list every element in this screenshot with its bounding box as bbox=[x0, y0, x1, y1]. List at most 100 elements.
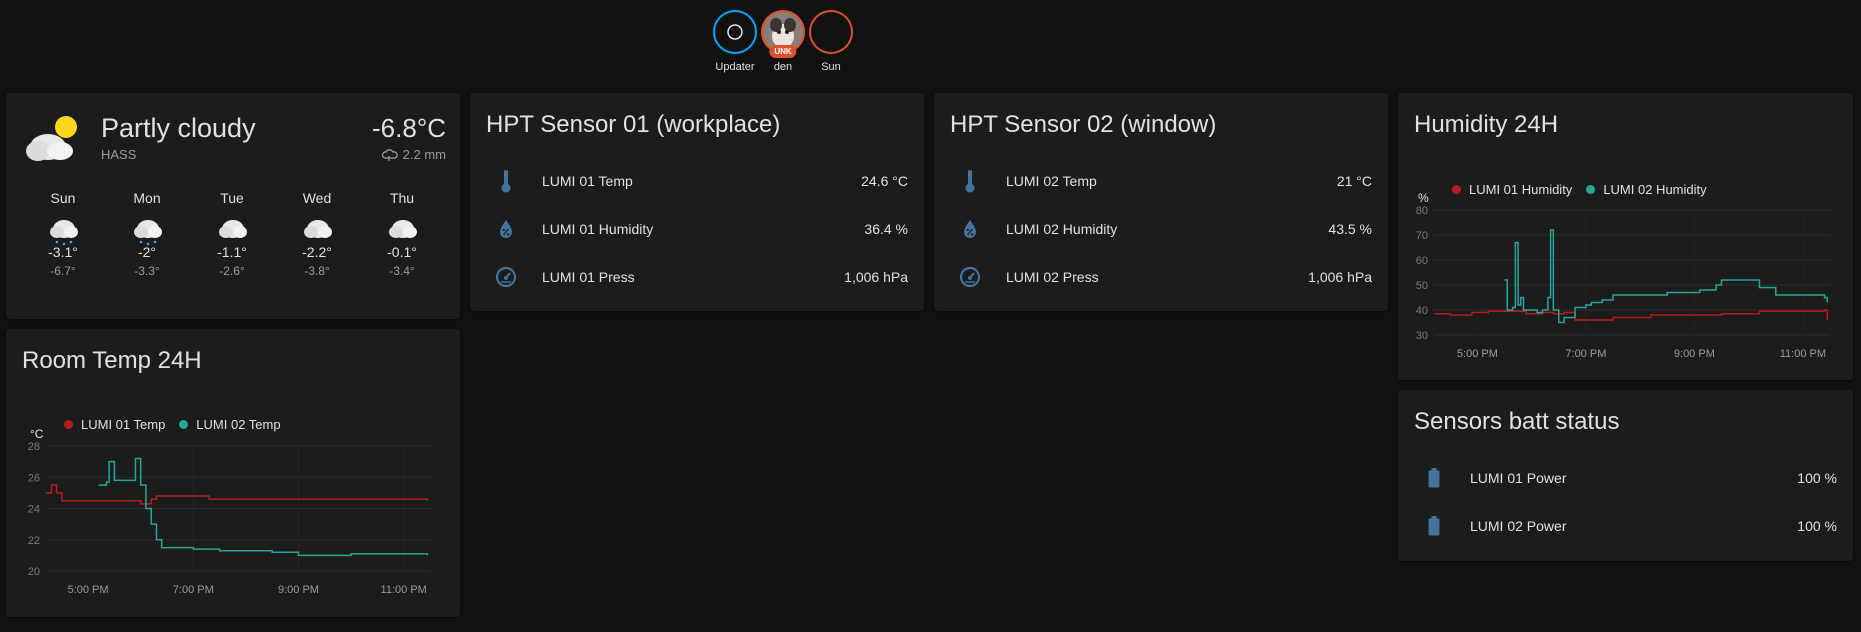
forecast-day[interactable]: Tue -1.1° -2.6° bbox=[202, 190, 262, 278]
entity-value: 43.5 % bbox=[1328, 221, 1372, 237]
forecast-low: -6.7° bbox=[50, 264, 76, 278]
badge-label: Sun bbox=[821, 61, 841, 73]
weather-source: HASS bbox=[101, 147, 137, 162]
forecast-day[interactable]: Wed -2.2° -3.8° bbox=[287, 190, 347, 278]
entity-row[interactable]: LUMI 02 Press 1,006 hPa bbox=[950, 257, 1372, 297]
y-tick-label: 80 bbox=[1416, 205, 1428, 217]
entity-name: LUMI 02 Temp bbox=[1006, 173, 1097, 189]
forecast-high: -0.1° bbox=[387, 244, 417, 260]
card-title: HPT Sensor 02 (window) bbox=[950, 111, 1217, 138]
x-tick-label: 7:00 PM bbox=[173, 584, 214, 596]
snowy-icon bbox=[134, 220, 162, 246]
entity-row[interactable]: LUMI 01 Power 100 % bbox=[1414, 458, 1837, 498]
humidity-chart[interactable]: % 30 40 50 60 70 80 5:00 PM 7:00 PM 9:00 PM 11:00 … bbox=[1398, 93, 1853, 380]
series-line bbox=[1434, 309, 1829, 321]
y-axis-unit: °C bbox=[30, 427, 44, 441]
entity-name: LUMI 02 Humidity bbox=[1006, 221, 1118, 237]
forecast-low: -2.6° bbox=[219, 264, 245, 278]
entity-row[interactable]: LUMI 01 Press 1,006 hPa bbox=[486, 257, 908, 297]
badge-circle bbox=[809, 10, 853, 54]
entity-icon bbox=[950, 169, 990, 193]
precipitation-value: 2.2 mm bbox=[402, 147, 446, 162]
water-percent-icon bbox=[964, 220, 976, 238]
forecast-high: -2.2° bbox=[302, 244, 332, 260]
entity-value: 100 % bbox=[1797, 470, 1837, 486]
entity-value: 100 % bbox=[1797, 518, 1837, 534]
entity-name: LUMI 01 Power bbox=[1470, 470, 1567, 486]
forecast-high: -3.1° bbox=[48, 244, 78, 260]
entity-icon bbox=[950, 266, 990, 288]
y-tick-label: 26 bbox=[28, 472, 40, 484]
entity-icon bbox=[486, 169, 526, 193]
forecast-day[interactable]: Thu -0.1° -3.4° bbox=[372, 190, 432, 278]
forecast-low: -3.3° bbox=[134, 264, 160, 278]
entity-value: 36.4 % bbox=[864, 221, 908, 237]
thermometer-icon bbox=[965, 170, 975, 193]
x-tick-label: 5:00 PM bbox=[68, 584, 109, 596]
weather-temperature: -6.8°C bbox=[372, 113, 446, 143]
water-percent-icon bbox=[500, 220, 512, 238]
gauge-icon bbox=[959, 266, 981, 288]
entity-icon bbox=[1414, 515, 1454, 537]
y-tick-label: 22 bbox=[28, 535, 40, 547]
snowy-icon bbox=[50, 220, 78, 246]
forecast-day[interactable]: Sun -3.1° -6.7° bbox=[33, 190, 93, 278]
weather-condition: Partly cloudy bbox=[101, 113, 256, 143]
entity-row[interactable]: LUMI 02 Humidity 43.5 % bbox=[950, 209, 1372, 249]
cloud-rain-icon bbox=[381, 148, 398, 161]
entity-row[interactable]: LUMI 01 Humidity 36.4 % bbox=[486, 209, 908, 249]
cloudy-icon bbox=[389, 220, 417, 238]
badge-sun[interactable]: Sun bbox=[803, 10, 859, 73]
weather-card[interactable]: Partly cloudy HASS -6.8°C 2.2 mm Sun -3.1… bbox=[6, 93, 460, 319]
card-title: HPT Sensor 01 (workplace) bbox=[486, 111, 781, 138]
cloudy-icon bbox=[304, 220, 332, 238]
forecast-day-name: Sun bbox=[50, 190, 76, 206]
entity-value: 1,006 hPa bbox=[1308, 269, 1372, 285]
forecast-low: -3.4° bbox=[389, 264, 415, 278]
forecast-high: -1.1° bbox=[217, 244, 247, 260]
entity-icon bbox=[1414, 467, 1454, 489]
entity-row[interactable]: LUMI 02 Power 100 % bbox=[1414, 506, 1837, 546]
entity-value: 21 °C bbox=[1336, 173, 1372, 189]
thermometer-icon bbox=[501, 170, 511, 193]
badge-bar: Updater UNK den Sun bbox=[0, 10, 1861, 80]
ring-icon bbox=[727, 24, 743, 40]
gauge-icon bbox=[495, 266, 517, 288]
y-tick-label: 20 bbox=[28, 566, 40, 578]
entity-name: LUMI 02 Power bbox=[1470, 518, 1567, 534]
entity-name: LUMI 01 Humidity bbox=[542, 221, 654, 237]
forecast-low: -3.8° bbox=[304, 264, 330, 278]
y-tick-label: 24 bbox=[28, 504, 40, 516]
x-tick-label: 9:00 PM bbox=[1674, 348, 1715, 360]
badge-circle bbox=[713, 10, 757, 54]
y-tick-label: 30 bbox=[1416, 330, 1428, 342]
y-tick-label: 50 bbox=[1416, 280, 1428, 292]
entity-icon bbox=[486, 266, 526, 288]
forecast-day-name: Thu bbox=[389, 190, 415, 206]
sensor-02-card: HPT Sensor 02 (window) LUMI 02 Temp 21 °C… bbox=[934, 93, 1388, 311]
card-title: Sensors batt status bbox=[1414, 408, 1620, 435]
avatar: UNK bbox=[761, 10, 805, 58]
entity-row[interactable]: LUMI 01 Temp 24.6 °C bbox=[486, 161, 908, 201]
entity-name: LUMI 01 Press bbox=[542, 269, 635, 285]
entity-value: 24.6 °C bbox=[861, 173, 908, 189]
entity-icon bbox=[950, 218, 990, 240]
weather-precipitation: 2.2 mm bbox=[381, 147, 446, 162]
y-tick-label: 70 bbox=[1416, 230, 1428, 242]
x-tick-label: 7:00 PM bbox=[1565, 348, 1606, 360]
y-axis-unit: % bbox=[1418, 191, 1429, 205]
forecast-day-name: Mon bbox=[133, 190, 161, 206]
x-tick-label: 9:00 PM bbox=[278, 584, 319, 596]
cloudy-icon bbox=[219, 220, 247, 238]
x-tick-label: 11:00 PM bbox=[1780, 348, 1826, 360]
forecast-day[interactable]: Mon -2° -3.3° bbox=[117, 190, 177, 278]
room-temp-card: Room Temp 24H LUMI 01 Temp LUMI 02 Temp … bbox=[6, 329, 460, 617]
y-tick-label: 40 bbox=[1416, 305, 1428, 317]
entity-value: 1,006 hPa bbox=[844, 269, 908, 285]
entity-row[interactable]: LUMI 02 Temp 21 °C bbox=[950, 161, 1372, 201]
battery-icon bbox=[1428, 468, 1440, 488]
series-line bbox=[98, 457, 429, 557]
forecast-day-name: Wed bbox=[302, 190, 332, 206]
x-tick-label: 11:00 PM bbox=[381, 584, 427, 596]
temp-chart[interactable]: °C 20 22 24 26 28 5:00 PM 7:00 PM 9:00 PM 11:00 P… bbox=[6, 329, 460, 617]
